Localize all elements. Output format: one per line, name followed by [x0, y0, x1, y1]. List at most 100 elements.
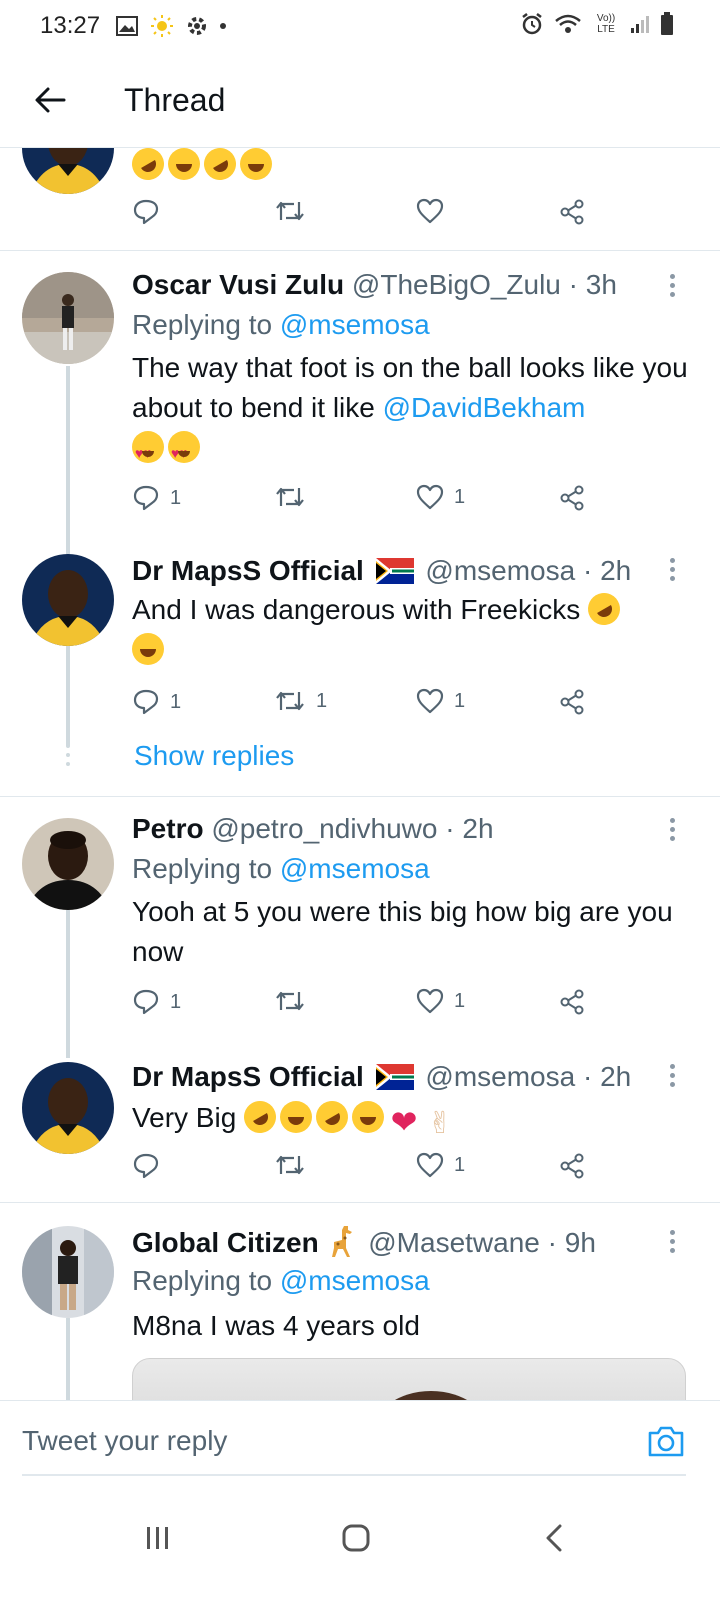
tweet-media-image[interactable] — [132, 1358, 686, 1400]
avatar[interactable] — [22, 554, 114, 646]
like-button[interactable] — [416, 198, 444, 224]
retweet-icon — [276, 691, 304, 711]
laughing-tears-emoji-icon — [132, 633, 164, 665]
like-button[interactable]: 1 — [416, 1152, 465, 1178]
recent-apps-icon — [147, 1527, 168, 1549]
replying-to-mention[interactable]: @msemosa — [280, 1265, 430, 1296]
share-button[interactable] — [558, 198, 586, 226]
tweet[interactable]: Petro @petro_ndivhuwo · 2h Replying to @… — [0, 796, 720, 1048]
replying-to: Replying to @msemosa — [132, 309, 430, 340]
author-name[interactable]: Oscar Vusi Zulu — [132, 269, 344, 300]
reply-count: 1 — [170, 486, 182, 509]
tweet-time: 2h — [600, 555, 632, 586]
author-name[interactable]: Global Citizen — [132, 1227, 319, 1258]
app-header: Thread — [0, 52, 720, 148]
author-handle[interactable]: @msemosa — [425, 555, 575, 586]
giraffe-emoji-icon — [332, 1226, 353, 1257]
reply-button[interactable] — [132, 198, 160, 226]
laughing-tears-emoji-icon — [280, 1101, 313, 1133]
brightness-notification-icon — [151, 15, 173, 37]
more-options-button[interactable] — [668, 818, 676, 841]
tweet-actions — [132, 198, 602, 234]
share-button[interactable] — [558, 988, 586, 1016]
retweet-button[interactable] — [274, 198, 306, 224]
tweet-actions: 1 1 1 — [132, 688, 602, 724]
tweet-actions: 1 — [132, 1152, 602, 1188]
avatar[interactable] — [22, 272, 114, 364]
back-nav-button[interactable] — [526, 1512, 582, 1564]
share-button[interactable] — [558, 484, 586, 512]
more-options-button[interactable] — [668, 1230, 676, 1253]
like-button[interactable]: 1 — [416, 688, 465, 714]
laughing-tears-emoji-icon — [240, 148, 272, 180]
retweet-button[interactable] — [274, 1152, 316, 1178]
author-handle[interactable]: @petro_ndivhuwo — [211, 813, 437, 844]
home-icon — [342, 1524, 370, 1552]
tweet-text: The way that foot is on the ball looks l… — [132, 348, 692, 473]
back-button[interactable] — [28, 78, 72, 122]
tweet-header: Dr MapsS Official @msemosa · 2h — [132, 1061, 632, 1092]
reply-button[interactable]: 1 — [132, 484, 181, 512]
tweet-reply-input[interactable] — [22, 1425, 622, 1457]
share-icon — [560, 485, 584, 511]
like-button[interactable]: 1 — [416, 988, 465, 1014]
author-handle[interactable]: @msemosa — [425, 1061, 575, 1092]
reply-button[interactable] — [132, 1152, 170, 1180]
tweet-partial-top[interactable] — [0, 148, 720, 250]
tweet[interactable]: Dr MapsS Official @msemosa · 2h And I wa… — [0, 544, 720, 796]
reply-icon — [133, 485, 159, 511]
avatar[interactable] — [22, 1226, 114, 1318]
avatar[interactable] — [22, 818, 114, 910]
like-button[interactable]: 1 — [416, 484, 465, 510]
reply-button[interactable]: 1 — [132, 988, 181, 1016]
share-icon — [560, 199, 584, 225]
reply-icon — [133, 989, 159, 1015]
author-name[interactable]: Dr MapsS Official — [132, 1061, 364, 1092]
heart-icon — [416, 988, 444, 1014]
rofl-emoji-icon — [126, 148, 170, 186]
retweet-button[interactable] — [274, 484, 316, 510]
thread-feed[interactable]: Oscar Vusi Zulu @TheBigO_Zulu · 3h Reply… — [0, 148, 720, 1400]
heart-icon — [416, 198, 444, 224]
heart-eyes-emoji-icon — [132, 431, 164, 473]
tweet-header: Global Citizen @Masetwane · 9h — [132, 1224, 596, 1260]
system-nav-bar — [0, 1476, 720, 1600]
tweet-text: Yooh at 5 you were this big how big are … — [132, 896, 673, 967]
status-time: 13:27 — [40, 12, 101, 39]
battery-icon — [661, 12, 673, 35]
replying-to-mention[interactable]: @msemosa — [280, 309, 430, 340]
camera-button[interactable] — [646, 1423, 686, 1459]
like-count: 1 — [454, 689, 466, 712]
retweet-button[interactable]: 1 — [274, 688, 327, 714]
share-button[interactable] — [558, 1152, 586, 1180]
tweet[interactable]: Dr MapsS Official @msemosa · 2h Very Big… — [0, 1048, 720, 1202]
author-name[interactable]: Dr MapsS Official — [132, 555, 364, 586]
reply-button[interactable]: 1 — [132, 688, 181, 716]
more-options-button[interactable] — [668, 558, 676, 581]
recent-apps-button[interactable] — [130, 1512, 186, 1564]
avatar[interactable] — [22, 148, 114, 194]
more-options-button[interactable] — [668, 274, 676, 297]
tweet[interactable]: Global Citizen @Masetwane · 9h Replying … — [0, 1202, 720, 1400]
tweet-time: 2h — [462, 813, 494, 844]
mention-link[interactable]: @DavidBekham — [383, 392, 586, 423]
show-replies-link[interactable]: Show replies — [134, 740, 294, 772]
author-handle[interactable]: @Masetwane — [368, 1227, 540, 1258]
more-options-button[interactable] — [668, 1064, 676, 1087]
replying-to-mention[interactable]: @msemosa — [280, 853, 430, 884]
reply-icon — [133, 199, 159, 225]
tweet[interactable]: Oscar Vusi Zulu @TheBigO_Zulu · 3h Reply… — [0, 250, 720, 544]
heart-icon — [416, 484, 444, 510]
tweet-actions: 1 1 — [132, 484, 602, 520]
retweet-icon — [276, 991, 304, 1011]
camera-icon — [648, 1426, 684, 1457]
avatar[interactable] — [22, 1062, 114, 1154]
retweet-icon — [276, 487, 304, 507]
retweet-button[interactable] — [274, 988, 316, 1014]
tweet-text: And I was dangerous with Freekicks — [132, 587, 692, 670]
author-handle[interactable]: @TheBigO_Zulu — [352, 269, 561, 300]
author-name[interactable]: Petro — [132, 813, 204, 844]
home-button[interactable] — [328, 1512, 384, 1564]
share-button[interactable] — [558, 688, 586, 716]
heart-eyes-emoji-icon — [168, 431, 200, 473]
